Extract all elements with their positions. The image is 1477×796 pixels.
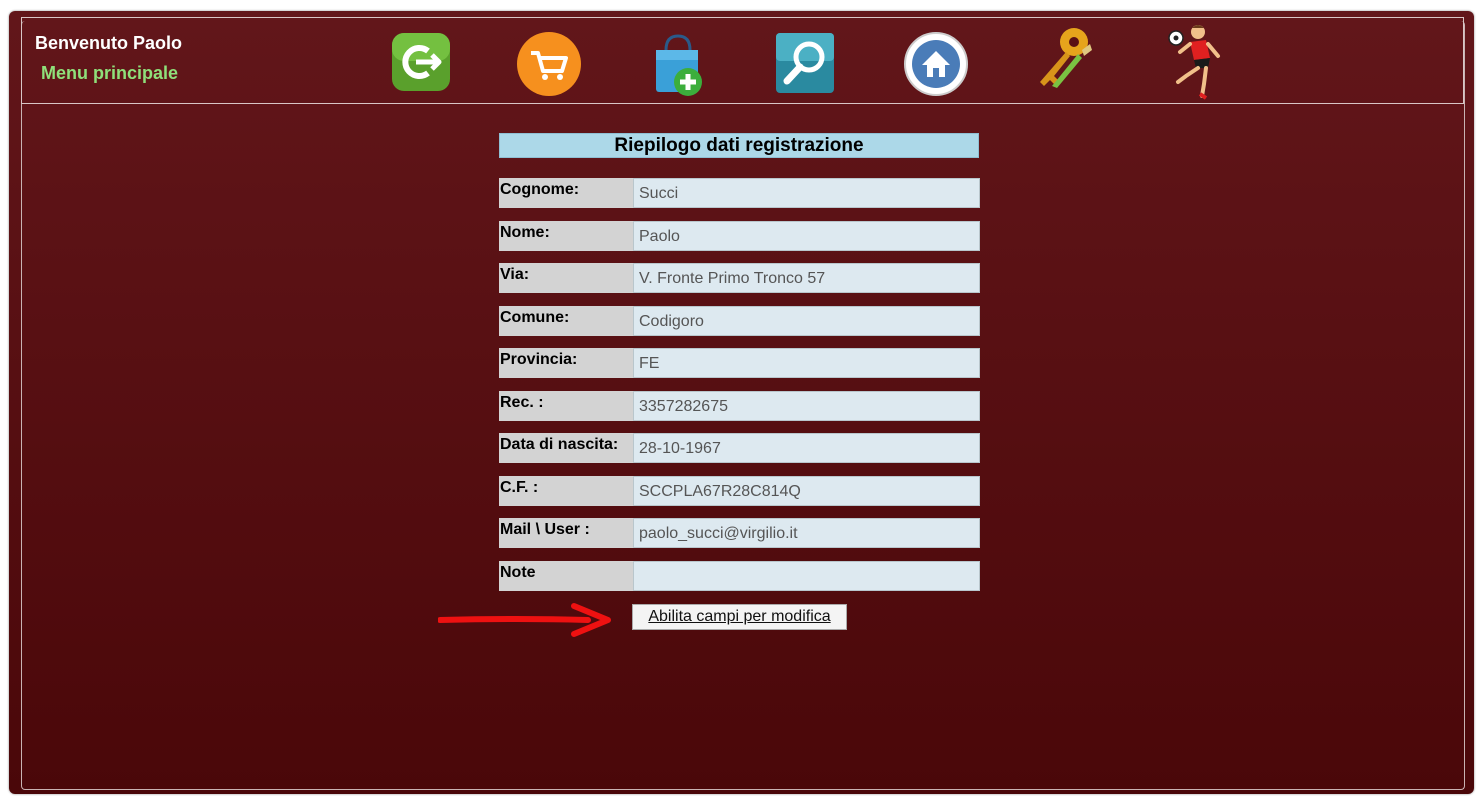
header-bar: Benvenuto Paolo Menu principale: [21, 17, 1464, 104]
mail-field[interactable]: paolo_succi@virgilio.it: [633, 518, 980, 548]
comune-field[interactable]: Codigoro: [633, 306, 980, 336]
field-row-cognome: Cognome: Succi: [499, 178, 980, 208]
field-label: Cognome:: [499, 178, 633, 208]
home-icon[interactable]: [903, 31, 969, 97]
add-bag-icon[interactable]: [652, 32, 706, 98]
field-label: C.F. :: [499, 476, 633, 506]
field-label: Rec. :: [499, 391, 633, 421]
field-row-mail: Mail \ User : paolo_succi@virgilio.it: [499, 518, 980, 548]
field-label: Mail \ User :: [499, 518, 633, 548]
welcome-text: Benvenuto Paolo: [35, 33, 183, 53]
cf-field[interactable]: SCCPLA67R28C814Q: [633, 476, 980, 506]
field-label: Via:: [499, 263, 633, 293]
via-field[interactable]: V. Fronte Primo Tronco 57: [633, 263, 980, 293]
keys-icon[interactable]: [1032, 24, 1096, 94]
field-label: Note: [499, 561, 633, 591]
data-nascita-field[interactable]: 28-10-1967: [633, 433, 980, 463]
nome-field[interactable]: Paolo: [633, 221, 980, 251]
red-arrow-icon: [437, 602, 612, 643]
field-row-cf: C.F. : SCCPLA67R28C814Q: [499, 476, 980, 506]
field-label: Provincia:: [499, 348, 633, 378]
soccer-player-icon[interactable]: [1164, 22, 1228, 102]
logout-icon[interactable]: [390, 31, 452, 93]
field-row-provincia: Provincia: FE: [499, 348, 980, 378]
field-row-via: Via: V. Fronte Primo Tronco 57: [499, 263, 980, 293]
summary-title: Riepilogo dati registrazione: [499, 133, 979, 158]
field-row-nome: Nome: Paolo: [499, 221, 980, 251]
rec-field[interactable]: 3357282675: [633, 391, 980, 421]
field-row-rec: Rec. : 3357282675: [499, 391, 980, 421]
main-menu-link[interactable]: Menu principale: [41, 63, 178, 84]
field-label: Nome:: [499, 221, 633, 251]
search-icon[interactable]: [774, 31, 836, 95]
cart-icon[interactable]: [516, 31, 582, 97]
field-row-data-nascita: Data di nascita: 28-10-1967: [499, 433, 980, 463]
provincia-field[interactable]: FE: [633, 348, 980, 378]
field-row-note: Note: [499, 561, 980, 591]
field-label: Data di nascita:: [499, 433, 633, 463]
cognome-field[interactable]: Succi: [633, 178, 980, 208]
field-row-comune: Comune: Codigoro: [499, 306, 980, 336]
enable-edit-button[interactable]: Abilita campi per modifica: [632, 604, 847, 630]
field-label: Comune:: [499, 306, 633, 336]
note-field[interactable]: [633, 561, 980, 591]
